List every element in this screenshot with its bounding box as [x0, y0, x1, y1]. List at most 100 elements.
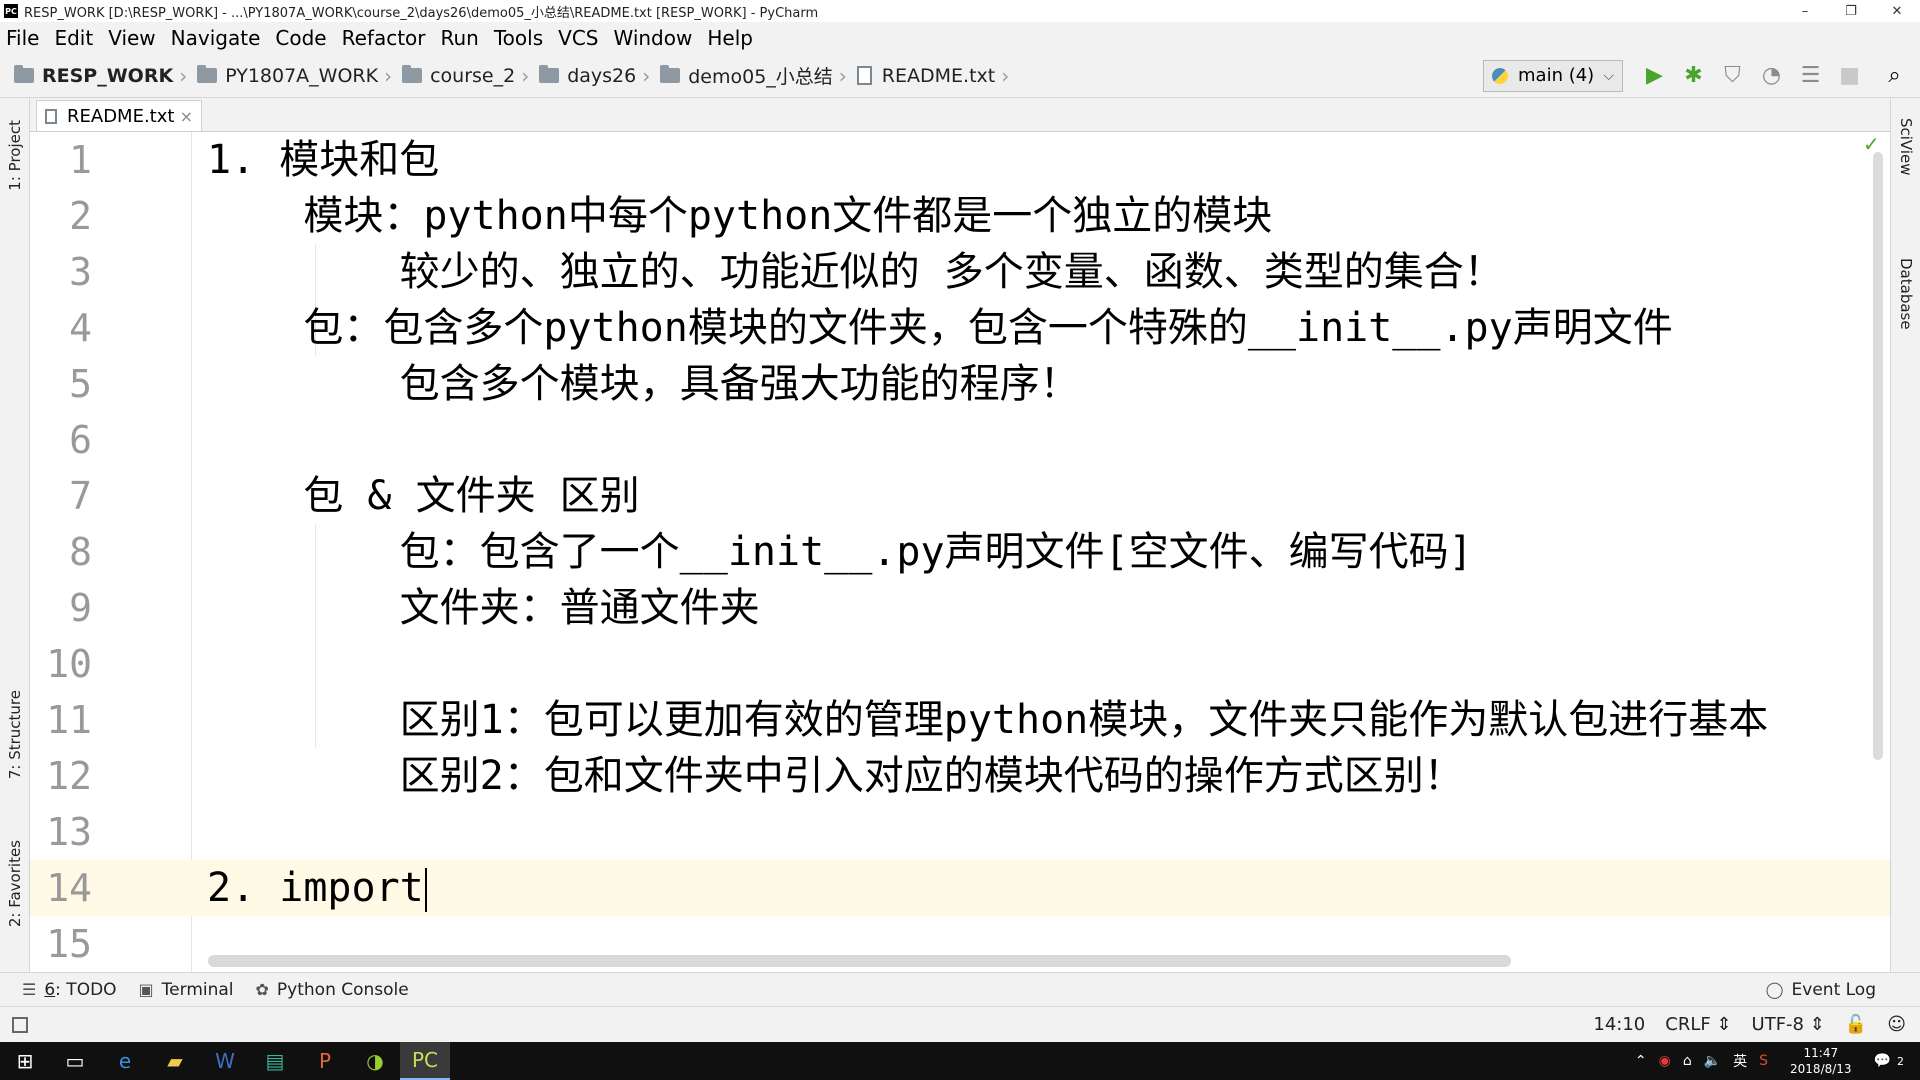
clock-time: 11:47 — [1803, 1046, 1839, 1060]
notification-center-button[interactable]: 💬 2 — [1874, 1053, 1910, 1069]
code-line[interactable]: 5 包含多个模块，具备强大功能的程序！ — [30, 356, 1890, 412]
taskbar-notes[interactable]: ▤ — [250, 1042, 300, 1080]
chevron-right-icon: › — [179, 63, 188, 88]
taskbar-app[interactable]: ◑ — [350, 1042, 400, 1080]
maximize-button[interactable]: ❐ — [1828, 0, 1874, 22]
line-separator-select[interactable]: CRLF ⇕ — [1665, 1014, 1731, 1035]
task-view-button[interactable]: ▭ — [50, 1042, 100, 1080]
text-file-icon — [856, 66, 872, 85]
menu-code[interactable]: Code — [275, 26, 326, 50]
breadcrumb-label: RESP_WORK — [42, 64, 174, 87]
menu-tools[interactable]: Tools — [494, 26, 543, 50]
volume-icon[interactable]: 🔈 — [1704, 1053, 1721, 1069]
concurrency-diagram-button[interactable]: ☰ — [1791, 59, 1830, 93]
line-text: 2. import — [207, 865, 424, 911]
code-line[interactable]: 3 较少的、独立的、功能近似的 多个变量、函数、类型的集合！ — [30, 244, 1890, 300]
caret-position[interactable]: 14:10 — [1593, 1014, 1645, 1035]
record-icon[interactable]: ◉ — [1659, 1053, 1671, 1069]
network-icon[interactable]: ⌂ — [1683, 1053, 1692, 1069]
menu-refactor[interactable]: Refactor — [342, 26, 426, 50]
taskbar-file-explorer[interactable]: ▰ — [150, 1042, 200, 1080]
breadcrumb-item[interactable]: demo05_小总结 — [660, 62, 833, 89]
profile-button[interactable]: ◔ — [1752, 59, 1791, 93]
breadcrumb-item[interactable]: PY1807A_WORK — [197, 65, 378, 87]
minimize-button[interactable]: – — [1782, 0, 1828, 22]
breadcrumb: RESP_WORK › PY1807A_WORK › course_2 › da… — [0, 62, 1483, 89]
run-configuration-select[interactable]: main (4) ⌵ — [1483, 59, 1623, 92]
taskbar-edge[interactable]: e — [100, 1042, 150, 1080]
code-line[interactable]: 11 区别1：包可以更加有效的管理python模块，文件夹只能作为默认包进行基本 — [30, 692, 1890, 748]
line-text: 1. 模块和包 — [207, 137, 440, 183]
code-line[interactable]: 6 — [30, 412, 1890, 468]
current-code-line[interactable]: 14 2. import — [30, 860, 1890, 916]
line-number: 8 — [69, 530, 92, 574]
python-console-tool-button[interactable]: ✿ Python Console — [256, 980, 409, 1000]
code-line[interactable]: 1 1. 模块和包 — [30, 132, 1890, 188]
run-button[interactable]: ▶ — [1635, 59, 1674, 93]
text-caret — [424, 868, 427, 912]
encoding-select[interactable]: UTF-8 ⇕ — [1752, 1014, 1825, 1035]
menu-run[interactable]: Run — [441, 26, 479, 50]
taskbar-clock[interactable]: 11:47 2018/8/13 — [1790, 1045, 1852, 1077]
search-everywhere-button[interactable]: ⌕ — [1875, 59, 1914, 93]
close-button[interactable]: ✕ — [1874, 0, 1920, 22]
lock-icon[interactable]: 🔓 — [1845, 1014, 1867, 1035]
notification-count: 2 — [1897, 1055, 1904, 1068]
menu-window[interactable]: Window — [613, 26, 692, 50]
event-log-tool-button[interactable]: ◯ Event Log — [1766, 980, 1876, 1000]
breadcrumb-item[interactable]: README.txt — [856, 65, 995, 87]
code-line[interactable]: 12 区别2：包和文件夹中引入对应的模块代码的操作方式区别！ — [30, 748, 1890, 804]
sciview-tool-button[interactable]: SciView — [1897, 118, 1915, 176]
bottom-tool-bar: ☰ 6: TODO ▣ Terminal ✿ Python Console ◯ … — [0, 972, 1920, 1006]
code-line[interactable]: 10 — [30, 636, 1890, 692]
menu-edit[interactable]: Edit — [54, 26, 93, 50]
close-tab-icon[interactable]: × — [180, 107, 193, 126]
code-line[interactable]: 9 文件夹：普通文件夹 — [30, 580, 1890, 636]
structure-tool-button[interactable]: 7: Structure — [6, 690, 24, 779]
terminal-tool-button[interactable]: ▣ Terminal — [139, 980, 234, 1000]
chevron-up-icon[interactable]: ⌃ — [1635, 1053, 1647, 1069]
breadcrumb-item[interactable]: course_2 — [402, 65, 515, 87]
clock-date: 2018/8/13 — [1790, 1062, 1852, 1076]
inspector-icon[interactable]: ☺ — [1887, 1014, 1906, 1035]
start-button[interactable]: ⊞ — [0, 1042, 50, 1080]
code-line[interactable]: 4 包：包含多个python模块的文件夹，包含一个特殊的__init__.py声… — [30, 300, 1890, 356]
breadcrumb-label: PY1807A_WORK — [225, 64, 379, 87]
line-number: 12 — [46, 754, 92, 798]
database-tool-button[interactable]: Database — [1897, 258, 1915, 330]
tab-readme[interactable]: README.txt × — [36, 100, 202, 131]
shield-icon: ⛉ — [1724, 63, 1741, 88]
terminal-label: Terminal — [161, 979, 234, 1000]
menu-file[interactable]: File — [6, 26, 39, 50]
taskbar-powerpoint[interactable]: P — [300, 1042, 350, 1080]
input-method-indicator[interactable]: 英 — [1733, 1051, 1747, 1071]
taskbar-word[interactable]: W — [200, 1042, 250, 1080]
code-editor[interactable]: 1 1. 模块和包 2 模块：python中每个python文件都是一个独立的模块… — [30, 132, 1890, 972]
menu-view[interactable]: View — [108, 26, 155, 50]
code-line[interactable]: 13 — [30, 804, 1890, 860]
project-tool-button[interactable]: 1: Project — [6, 120, 24, 191]
code-line[interactable]: 8 包：包含了一个__init__.py声明文件[空文件、编写代码] — [30, 524, 1890, 580]
line-number: 13 — [46, 810, 92, 854]
line-number: 10 — [46, 642, 92, 686]
breadcrumb-item[interactable]: RESP_WORK — [14, 65, 173, 87]
breadcrumb-item[interactable]: days26 — [539, 65, 636, 87]
play-icon: ▶ — [1646, 63, 1663, 88]
chevron-right-icon: › — [521, 63, 530, 88]
run-with-coverage-button[interactable]: ⛉ — [1713, 59, 1752, 93]
horizontal-scrollbar[interactable] — [208, 955, 1511, 967]
sogou-icon[interactable]: S — [1759, 1053, 1768, 1069]
todo-tool-button[interactable]: ☰ 6: TODO — [22, 980, 117, 1000]
favorites-tool-button[interactable]: 2: Favorites — [6, 840, 24, 927]
menu-help[interactable]: Help — [707, 26, 753, 50]
toggle-tool-windows-icon[interactable] — [12, 1016, 28, 1033]
stop-button[interactable]: ■ — [1830, 59, 1869, 93]
code-line[interactable]: 7 包 & 文件夹 区别 — [30, 468, 1890, 524]
menu-vcs[interactable]: VCS — [558, 26, 598, 50]
debug-button[interactable]: ✱ — [1674, 59, 1713, 93]
taskbar-pycharm[interactable]: PC — [400, 1042, 450, 1080]
menu-navigate[interactable]: Navigate — [171, 26, 261, 50]
chevron-right-icon: › — [838, 63, 847, 88]
vertical-scrollbar[interactable] — [1873, 152, 1883, 760]
code-line[interactable]: 2 模块：python中每个python文件都是一个独立的模块 — [30, 188, 1890, 244]
